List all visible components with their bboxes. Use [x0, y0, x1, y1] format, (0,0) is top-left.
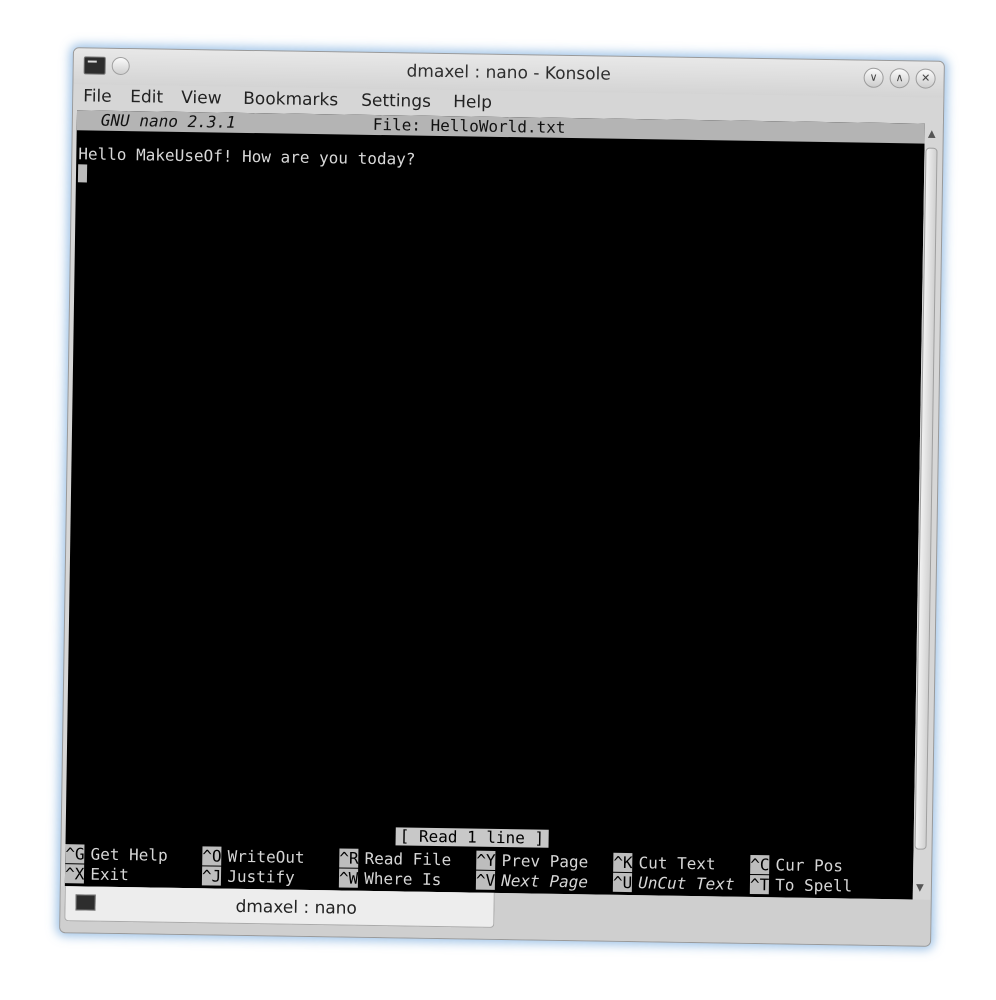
shortcut-label: Prev Page — [501, 851, 589, 872]
scroll-up-arrow-icon[interactable]: ▲ — [925, 128, 939, 142]
shortcut-key: ^R — [339, 848, 359, 868]
shortcut-exit[interactable]: ^X Exit — [64, 864, 129, 885]
shortcut-key: ^W — [338, 868, 359, 888]
konsole-window: dmaxel : nano - Konsole ∨ ∧ ✕ File Edit … — [59, 47, 945, 947]
shortcut-next-page[interactable]: ^V Next Page — [475, 870, 589, 893]
shortcut-label: To Spell — [775, 875, 853, 896]
window-title: dmaxel : nano - Konsole — [406, 61, 611, 85]
scroll-down-arrow-icon[interactable]: ▼ — [913, 882, 927, 896]
shortcut-prev-page[interactable]: ^Y Prev Page — [476, 850, 589, 873]
shortcut-writeout[interactable]: ^O WriteOut — [202, 846, 305, 868]
shortcut-key: ^C — [750, 854, 770, 875]
menu-edit[interactable]: Edit — [130, 87, 163, 108]
shortcut-cur-pos[interactable]: ^C Cur Pos — [750, 854, 844, 876]
session-tab-label: dmaxel : nano — [235, 896, 358, 919]
session-tab[interactable]: dmaxel : nano — [64, 886, 495, 928]
shortcut-to-spell[interactable]: ^T To Spell — [749, 874, 853, 897]
shortcut-key: ^V — [475, 870, 496, 890]
shortcut-label: Where Is — [364, 868, 442, 890]
shortcut-key: ^G — [65, 844, 85, 864]
shortcut-key: ^J — [201, 866, 222, 886]
shortcut-where-is[interactable]: ^W Where Is — [338, 868, 442, 890]
shortcut-justify[interactable]: ^J Justify — [201, 866, 295, 887]
shortcut-key: ^T — [749, 874, 770, 895]
shortcut-get-help[interactable]: ^G Get Help — [65, 844, 168, 866]
text-cursor — [77, 164, 88, 183]
shortcut-label: Read File — [364, 848, 452, 870]
menu-file[interactable]: File — [83, 86, 112, 106]
shortcut-key: ^Y — [476, 850, 496, 870]
shortcut-key: ^X — [64, 864, 85, 884]
shortcut-key: ^U — [612, 872, 633, 893]
nano-filename: File: HelloWorld.txt — [372, 114, 566, 137]
menu-settings[interactable]: Settings — [361, 91, 431, 112]
shortcut-label: UnCut Text — [638, 873, 735, 894]
shortcut-label: Cur Pos — [775, 855, 844, 876]
menu-bookmarks[interactable]: Bookmarks — [243, 89, 338, 110]
shortcut-label: Justify — [227, 866, 295, 887]
shortcut-label: Exit — [90, 864, 129, 885]
terminal-tab-icon — [75, 894, 96, 911]
status-message: [ Read 1 line ] — [395, 826, 549, 848]
menu-help[interactable]: Help — [453, 92, 492, 113]
nano-version: GNU nano 2.3.1 — [100, 110, 236, 132]
shortcut-key: ^K — [613, 852, 633, 873]
shortcut-label: Get Help — [90, 844, 168, 865]
shortcut-label: Next Page — [501, 871, 589, 892]
terminal-area[interactable]: GNU nano 2.3.1 File: HelloWorld.txt Hell… — [64, 110, 925, 900]
shortcut-label: Cut Text — [638, 853, 716, 874]
shortcut-cut-text[interactable]: ^K Cut Text — [613, 852, 716, 875]
shortcut-read-file[interactable]: ^R Read File — [339, 848, 451, 870]
shortcut-uncut-text[interactable]: ^U UnCut Text — [612, 872, 735, 895]
shortcut-label: WriteOut — [227, 846, 305, 867]
shortcut-key: ^O — [202, 846, 222, 866]
menu-view[interactable]: View — [181, 88, 222, 109]
